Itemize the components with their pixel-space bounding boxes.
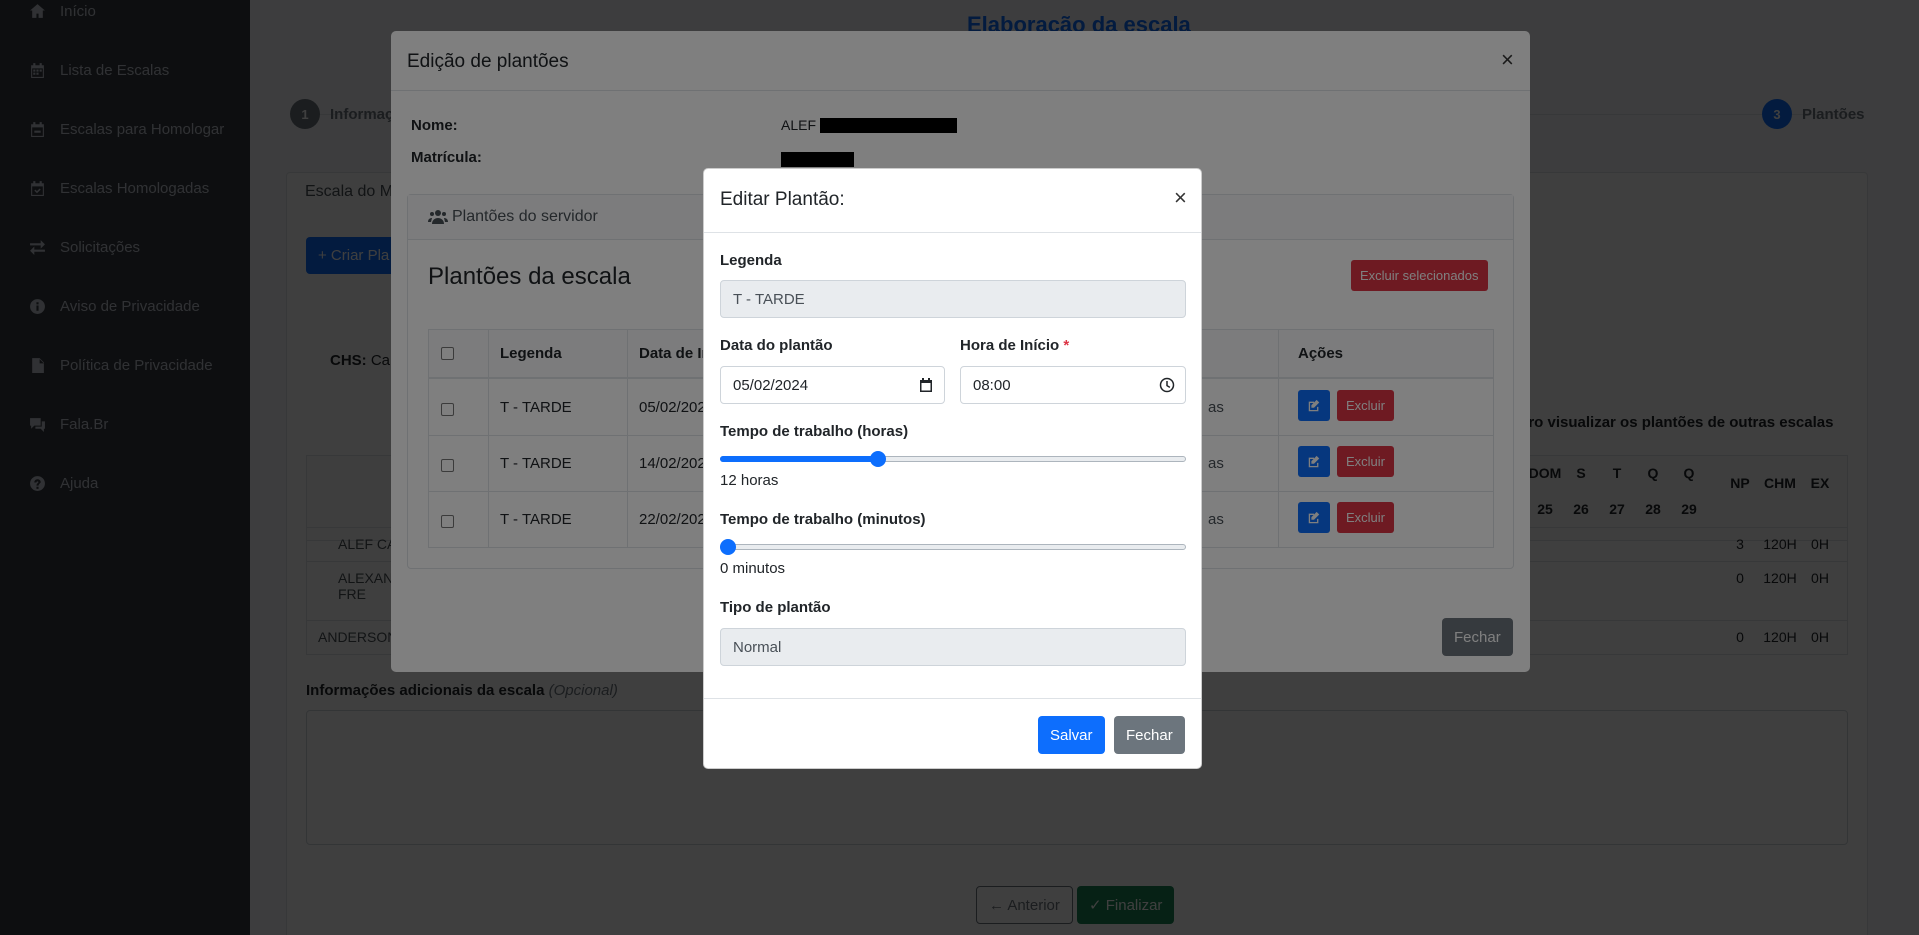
date-value: 05/02/2024	[733, 376, 809, 394]
modal-header: Editar Plantão: ×	[704, 169, 1201, 233]
hours-slider[interactable]	[720, 451, 1186, 467]
modal-footer-divider	[704, 698, 1201, 699]
close-button[interactable]: Fechar	[1114, 716, 1185, 754]
legend-label: Legenda	[720, 252, 782, 269]
minutes-value: 0 minutos	[720, 560, 786, 577]
slider-thumb[interactable]	[720, 539, 736, 555]
start-time-text: Hora de Início	[960, 337, 1060, 354]
start-time-value: 08:00	[973, 376, 1011, 394]
minutes-label: Tempo de trabalho (minutos)	[720, 511, 926, 528]
close-icon[interactable]: ×	[1174, 187, 1187, 209]
clock-icon[interactable]	[1159, 377, 1175, 393]
save-button[interactable]: Salvar	[1038, 716, 1105, 754]
edit-shift-modal: Editar Plantão: × Legenda T - TARDE Data…	[703, 168, 1202, 769]
hours-label: Tempo de trabalho (horas)	[720, 423, 909, 440]
shift-type-field[interactable]: Normal	[720, 628, 1186, 666]
slider-track	[720, 544, 1186, 550]
hours-value: 12 horas	[720, 472, 779, 489]
slider-fill	[720, 456, 879, 462]
modal-title: Editar Plantão:	[720, 189, 845, 210]
calendar-icon[interactable]	[918, 377, 934, 393]
start-time-field[interactable]: 08:00	[960, 366, 1186, 404]
start-time-label: Hora de Início *	[960, 337, 1069, 354]
date-field[interactable]: 05/02/2024	[720, 366, 945, 404]
shift-type-label: Tipo de plantão	[720, 599, 831, 616]
legend-field[interactable]: T - TARDE	[720, 280, 1186, 318]
slider-thumb[interactable]	[870, 451, 887, 467]
minutes-slider[interactable]	[720, 539, 1186, 555]
date-label: Data do plantão	[720, 337, 833, 354]
required-mark: *	[1063, 337, 1070, 354]
